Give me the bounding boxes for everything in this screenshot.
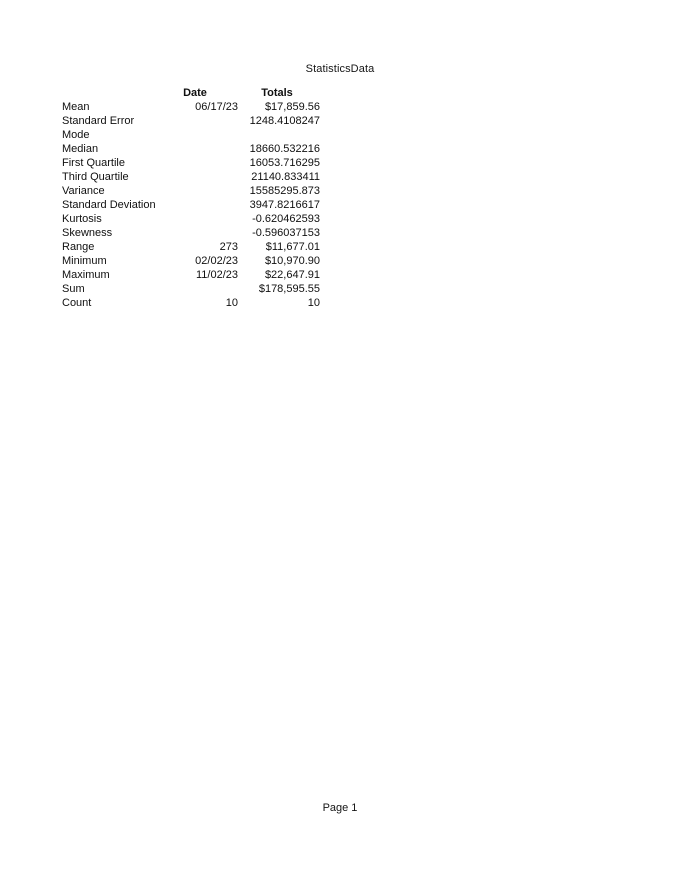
statistic-date-value <box>160 170 238 184</box>
statistic-date-value <box>160 128 238 142</box>
column-header-date: Date <box>183 87 207 99</box>
statistic-label: Maximum <box>62 269 110 281</box>
table-row: Mean 06/17/23 $17,859.56 <box>62 100 320 114</box>
statistic-label: First Quartile <box>62 157 125 169</box>
table-row: Minimum 02/02/23 $10,970.90 <box>62 254 320 268</box>
statistic-date-value: 11/02/23 <box>195 269 238 281</box>
table-row: Range 273 $11,677.01 <box>62 240 320 254</box>
statistic-label: Variance <box>62 185 105 197</box>
statistic-date-value <box>160 226 238 240</box>
column-header-label <box>62 86 160 100</box>
statistic-date-value: 10 <box>225 297 238 309</box>
table-row: Count 10 10 <box>62 296 320 310</box>
statistic-label: Sum <box>62 283 85 295</box>
statistic-label: Minimum <box>62 255 107 267</box>
statistic-label: Kurtosis <box>62 213 102 225</box>
statistic-totals-value: -0.596037153 <box>252 227 320 239</box>
statistic-totals-value: -0.620462593 <box>252 213 320 225</box>
statistic-date-value: 273 <box>219 241 238 253</box>
table-header-row: Date Totals <box>62 86 320 100</box>
table-row: Standard Error 1248.4108247 <box>62 114 320 128</box>
table-row: Mode <box>62 128 320 142</box>
column-header-totals: Totals <box>261 87 293 99</box>
statistic-label: Standard Error <box>62 115 135 127</box>
statistic-label: Mode <box>62 129 90 141</box>
statistic-totals-value: 18660.532216 <box>249 143 320 155</box>
statistic-totals-value: 15585295.873 <box>249 185 320 197</box>
table-row: Variance 15585295.873 <box>62 184 320 198</box>
statistic-totals-value: 10 <box>307 297 320 309</box>
table-row: Sum $178,595.55 <box>62 282 320 296</box>
document-header-title: StatisticsData <box>305 63 375 75</box>
statistic-totals-value: 1248.4108247 <box>249 115 320 127</box>
table-row: Median 18660.532216 <box>62 142 320 156</box>
table-row: Maximum 11/02/23 $22,647.91 <box>62 268 320 282</box>
statistic-totals-value: $17,859.56 <box>264 101 320 113</box>
statistics-table: Date Totals Mean 06/17/23 $17,859.56 Standa… <box>62 86 320 310</box>
statistic-label: Skewness <box>62 227 113 239</box>
document-page: StatisticsData Date Totals Mean 06/17/23 $… <box>0 0 680 880</box>
statistic-label: Median <box>62 143 99 155</box>
statistic-date-value: 02/02/23 <box>195 255 238 267</box>
table-row: Standard Deviation 3947.8216617 <box>62 198 320 212</box>
statistic-date-value <box>160 142 238 156</box>
statistic-totals-value: $178,595.55 <box>258 283 320 295</box>
statistic-totals-value: 16053.716295 <box>249 157 320 169</box>
statistic-totals-value: 3947.8216617 <box>249 199 320 211</box>
table-body: Mean 06/17/23 $17,859.56 Standard Error 1248… <box>62 100 320 310</box>
statistic-label: Mean <box>62 101 90 113</box>
statistic-label: Range <box>62 241 95 253</box>
statistic-date-value <box>160 156 238 170</box>
statistic-label: Third Quartile <box>62 171 129 183</box>
table-row: Third Quartile 21140.833411 <box>62 170 320 184</box>
statistic-label: Standard Deviation <box>62 199 156 211</box>
statistic-date-value <box>160 114 238 128</box>
statistic-date-value: 06/17/23 <box>195 101 238 113</box>
statistic-totals-value <box>238 128 320 142</box>
table-row: Skewness -0.596037153 <box>62 226 320 240</box>
table-row: Kurtosis -0.620462593 <box>62 212 320 226</box>
statistic-totals-value: $11,677.01 <box>265 241 320 253</box>
statistic-date-value <box>160 198 238 212</box>
statistic-date-value <box>160 212 238 226</box>
statistic-date-value <box>160 282 238 296</box>
document-footer-page-number: Page 1 <box>322 802 358 814</box>
statistic-totals-value: $10,970.90 <box>264 255 320 267</box>
table-header-row-group: Date Totals <box>62 86 320 100</box>
table-row: First Quartile 16053.716295 <box>62 156 320 170</box>
statistic-label: Count <box>62 297 92 309</box>
statistic-date-value <box>160 184 238 198</box>
statistic-totals-value: 21140.833411 <box>251 171 320 183</box>
statistic-totals-value: $22,647.91 <box>264 269 320 281</box>
